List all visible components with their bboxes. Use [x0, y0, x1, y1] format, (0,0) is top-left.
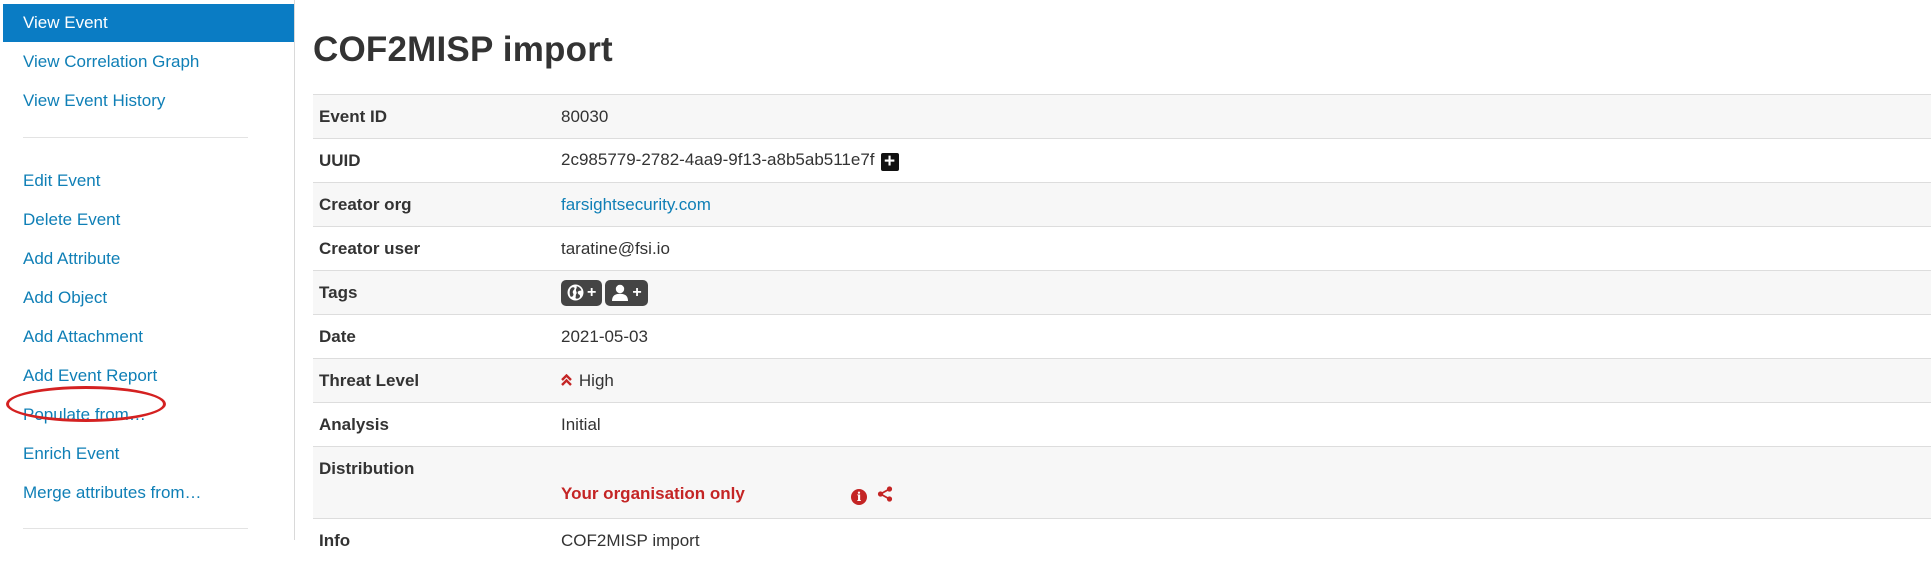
info-value: COF2MISP import	[555, 519, 1931, 562]
row-key: UUID	[313, 139, 555, 183]
sidebar-item-merge-attributes-from[interactable]: Merge attributes from…	[0, 473, 294, 512]
sidebar-item-view-event[interactable]: View Event	[3, 4, 294, 42]
creator-org-cell: farsightsecurity.com	[555, 183, 1931, 227]
row-key: Threat Level	[313, 359, 555, 403]
event-id-value: 80030	[555, 95, 1931, 139]
table-row-event-id: Event ID 80030	[313, 95, 1931, 139]
plus-square-icon[interactable]: +	[881, 153, 899, 171]
add-local-tag-button[interactable]: +	[605, 280, 647, 306]
add-global-tag-plus: +	[587, 284, 596, 302]
event-meta-table: Event ID 80030 UUID 2c985779-2782-4aa9-9…	[313, 94, 1931, 562]
table-row-date: Date 2021-05-03	[313, 315, 1931, 359]
info-icon[interactable]: i	[851, 489, 867, 505]
date-value: 2021-05-03	[555, 315, 1931, 359]
uuid-cell: 2c985779-2782-4aa9-9f13-a8b5ab511e7f +	[555, 139, 1931, 183]
row-key: Analysis	[313, 403, 555, 447]
globe-icon	[567, 284, 584, 301]
share-icon[interactable]	[877, 486, 893, 507]
page-title: COF2MISP import	[313, 0, 1931, 94]
table-row-uuid: UUID 2c985779-2782-4aa9-9f13-a8b5ab511e7…	[313, 139, 1931, 183]
sidebar-menu: View Event View Correlation Graph View E…	[0, 0, 294, 529]
row-key: Creator user	[313, 227, 555, 271]
double-chevron-up-icon	[561, 373, 576, 389]
row-key: Creator org	[313, 183, 555, 227]
distribution-value: Your organisation only	[561, 484, 851, 504]
uuid-value: 2c985779-2782-4aa9-9f13-a8b5ab511e7f	[561, 150, 875, 169]
table-row-creator-org: Creator org farsightsecurity.com	[313, 183, 1931, 227]
row-key: Tags	[313, 271, 555, 315]
table-row-distribution: Distribution Your organisation onlyi	[313, 447, 1931, 519]
sidebar-item-enrich-event[interactable]: Enrich Event	[0, 434, 294, 473]
event-view: COF2MISP import Event ID 80030 UUID 2c98…	[313, 0, 1931, 562]
table-row-analysis: Analysis Initial	[313, 403, 1931, 447]
table-row-creator-user: Creator user taratine@fsi.io	[313, 227, 1931, 271]
sidebar-item-add-attribute[interactable]: Add Attribute	[0, 239, 294, 278]
sidebar-item-delete-event[interactable]: Delete Event	[0, 200, 294, 239]
sidebar-item-add-event-report[interactable]: Add Event Report	[0, 356, 294, 395]
sidebar-item-view-event-history[interactable]: View Event History	[0, 81, 294, 120]
creator-org-link[interactable]: farsightsecurity.com	[561, 195, 711, 214]
sidebar-divider	[23, 137, 248, 138]
row-key: Event ID	[313, 95, 555, 139]
creator-user-value: taratine@fsi.io	[555, 227, 1931, 271]
row-key: Info	[313, 519, 555, 562]
row-key: Distribution	[313, 447, 555, 519]
threat-level-value: High	[579, 371, 614, 390]
sidebar-item-add-attachment[interactable]: Add Attachment	[0, 317, 294, 356]
sidebar-item-view-correlation-graph[interactable]: View Correlation Graph	[0, 42, 294, 81]
table-row-info: Info COF2MISP import	[313, 519, 1931, 562]
add-global-tag-button[interactable]: +	[561, 280, 602, 306]
threat-level-cell: High	[555, 359, 1931, 403]
user-icon	[611, 284, 629, 301]
table-row-tags: Tags + +	[313, 271, 1931, 315]
table-row-threat-level: Threat Level High	[313, 359, 1931, 403]
sidebar-item-edit-event[interactable]: Edit Event	[0, 161, 294, 200]
sidebar-item-add-object[interactable]: Add Object	[0, 278, 294, 317]
tags-cell: + +	[555, 271, 1931, 315]
sidebar: View Event View Correlation Graph View E…	[0, 0, 295, 540]
analysis-value: Initial	[555, 403, 1931, 447]
row-key: Date	[313, 315, 555, 359]
sidebar-item-populate-from[interactable]: Populate from…	[0, 395, 294, 434]
distribution-cell: Your organisation onlyi	[555, 447, 1931, 519]
add-local-tag-plus: +	[632, 284, 641, 302]
sidebar-divider	[23, 528, 248, 529]
